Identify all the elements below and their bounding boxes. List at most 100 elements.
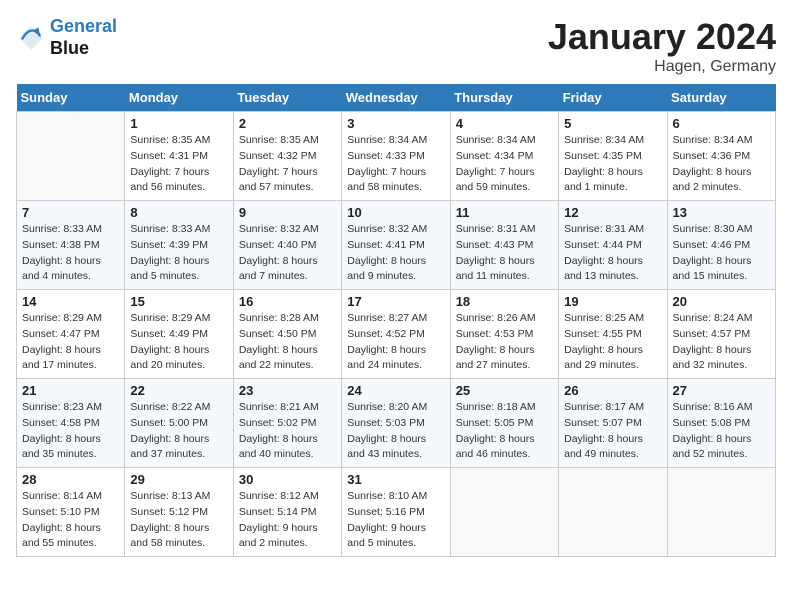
day-info: Sunrise: 8:33 AM Sunset: 4:38 PM Dayligh… — [22, 222, 119, 285]
day-number: 11 — [456, 205, 553, 220]
logo: General Blue — [16, 16, 117, 59]
day-number: 14 — [22, 294, 119, 309]
header-tuesday: Tuesday — [233, 84, 341, 112]
calendar-title: January 2024 — [548, 16, 776, 58]
day-number: 30 — [239, 472, 336, 487]
calendar-cell: 4 Sunrise: 8:34 AM Sunset: 4:34 PM Daylig… — [450, 112, 558, 201]
calendar-week-row: 1 Sunrise: 8:35 AM Sunset: 4:31 PM Daylig… — [17, 112, 776, 201]
day-number: 12 — [564, 205, 661, 220]
calendar-cell: 24Sunrise: 8:20 AM Sunset: 5:03 PM Dayli… — [342, 379, 450, 468]
calendar-cell: 29 Sunrise: 8:13 AM Sunset: 5:12 PM Dayli… — [125, 468, 233, 557]
day-number: 24 — [347, 383, 444, 398]
day-info: Sunrise: 8:17 AM Sunset: 5:07 PM Dayligh… — [564, 400, 661, 463]
day-number: 16 — [239, 294, 336, 309]
calendar-cell: 15Sunrise: 8:29 AM Sunset: 4:49 PM Dayli… — [125, 290, 233, 379]
calendar-cell: 3Sunrise: 8:34 AM Sunset: 4:33 PM Daylig… — [342, 112, 450, 201]
calendar-week-row: 14 Sunrise: 8:29 AM Sunset: 4:47 PM Dayli… — [17, 290, 776, 379]
day-number: 13 — [673, 205, 770, 220]
day-info: Sunrise: 8:32 AM Sunset: 4:41 PM Dayligh… — [347, 222, 444, 285]
calendar-cell: 11 Sunrise: 8:31 AM Sunset: 4:43 PM Dayli… — [450, 201, 558, 290]
calendar-cell: 2 Sunrise: 8:35 AM Sunset: 4:32 PM Daylig… — [233, 112, 341, 201]
day-number: 4 — [456, 116, 553, 131]
day-info: Sunrise: 8:27 AM Sunset: 4:52 PM Dayligh… — [347, 311, 444, 374]
header-wednesday: Wednesday — [342, 84, 450, 112]
day-info: Sunrise: 8:13 AM Sunset: 5:12 PM Dayligh… — [130, 489, 227, 552]
header-thursday: Thursday — [450, 84, 558, 112]
day-info: Sunrise: 8:10 AM Sunset: 5:16 PM Dayligh… — [347, 489, 444, 552]
day-number: 18 — [456, 294, 553, 309]
calendar-cell: 25Sunrise: 8:18 AM Sunset: 5:05 PM Dayli… — [450, 379, 558, 468]
day-info: Sunrise: 8:31 AM Sunset: 4:44 PM Dayligh… — [564, 222, 661, 285]
day-info: Sunrise: 8:34 AM Sunset: 4:35 PM Dayligh… — [564, 133, 661, 196]
calendar-cell: 14 Sunrise: 8:29 AM Sunset: 4:47 PM Dayli… — [17, 290, 125, 379]
day-info: Sunrise: 8:31 AM Sunset: 4:43 PM Dayligh… — [456, 222, 553, 285]
day-info: Sunrise: 8:14 AM Sunset: 5:10 PM Dayligh… — [22, 489, 119, 552]
calendar-cell: 23 Sunrise: 8:21 AM Sunset: 5:02 PM Dayli… — [233, 379, 341, 468]
header-saturday: Saturday — [667, 84, 775, 112]
day-number: 19 — [564, 294, 661, 309]
calendar-cell: 5 Sunrise: 8:34 AM Sunset: 4:35 PM Daylig… — [559, 112, 667, 201]
calendar-cell: 19 Sunrise: 8:25 AM Sunset: 4:55 PM Dayli… — [559, 290, 667, 379]
day-info: Sunrise: 8:34 AM Sunset: 4:33 PM Dayligh… — [347, 133, 444, 196]
header-sunday: Sunday — [17, 84, 125, 112]
day-number: 28 — [22, 472, 119, 487]
calendar-cell: 1 Sunrise: 8:35 AM Sunset: 4:31 PM Daylig… — [125, 112, 233, 201]
day-number: 29 — [130, 472, 227, 487]
day-number: 31 — [347, 472, 444, 487]
calendar-cell: 26 Sunrise: 8:17 AM Sunset: 5:07 PM Dayli… — [559, 379, 667, 468]
calendar-cell: 10 Sunrise: 8:32 AM Sunset: 4:41 PM Dayli… — [342, 201, 450, 290]
day-info: Sunrise: 8:32 AM Sunset: 4:40 PM Dayligh… — [239, 222, 336, 285]
day-info: Sunrise: 8:34 AM Sunset: 4:34 PM Dayligh… — [456, 133, 553, 196]
header-friday: Friday — [559, 84, 667, 112]
calendar-cell — [667, 468, 775, 557]
calendar-cell: 17Sunrise: 8:27 AM Sunset: 4:52 PM Dayli… — [342, 290, 450, 379]
day-number: 2 — [239, 116, 336, 131]
day-number: 22 — [130, 383, 227, 398]
calendar-week-row: 7 Sunrise: 8:33 AM Sunset: 4:38 PM Daylig… — [17, 201, 776, 290]
day-info: Sunrise: 8:30 AM Sunset: 4:46 PM Dayligh… — [673, 222, 770, 285]
calendar-cell: 27Sunrise: 8:16 AM Sunset: 5:08 PM Dayli… — [667, 379, 775, 468]
calendar-cell: 18 Sunrise: 8:26 AM Sunset: 4:53 PM Dayli… — [450, 290, 558, 379]
calendar-cell: 13 Sunrise: 8:30 AM Sunset: 4:46 PM Dayli… — [667, 201, 775, 290]
day-info: Sunrise: 8:35 AM Sunset: 4:32 PM Dayligh… — [239, 133, 336, 196]
calendar-header-row: SundayMondayTuesdayWednesdayThursdayFrid… — [17, 84, 776, 112]
day-number: 10 — [347, 205, 444, 220]
calendar-cell: 21 Sunrise: 8:23 AM Sunset: 4:58 PM Dayli… — [17, 379, 125, 468]
day-info: Sunrise: 8:16 AM Sunset: 5:08 PM Dayligh… — [673, 400, 770, 463]
day-info: Sunrise: 8:28 AM Sunset: 4:50 PM Dayligh… — [239, 311, 336, 374]
calendar-cell: 16 Sunrise: 8:28 AM Sunset: 4:50 PM Dayli… — [233, 290, 341, 379]
day-info: Sunrise: 8:22 AM Sunset: 5:00 PM Dayligh… — [130, 400, 227, 463]
day-number: 1 — [130, 116, 227, 131]
calendar-week-row: 28 Sunrise: 8:14 AM Sunset: 5:10 PM Dayli… — [17, 468, 776, 557]
calendar-cell: 6 Sunrise: 8:34 AM Sunset: 4:36 PM Daylig… — [667, 112, 775, 201]
calendar-cell: 22 Sunrise: 8:22 AM Sunset: 5:00 PM Dayli… — [125, 379, 233, 468]
day-number: 7 — [22, 205, 119, 220]
day-info: Sunrise: 8:35 AM Sunset: 4:31 PM Dayligh… — [130, 133, 227, 196]
day-info: Sunrise: 8:33 AM Sunset: 4:39 PM Dayligh… — [130, 222, 227, 285]
day-number: 15 — [130, 294, 227, 309]
day-number: 26 — [564, 383, 661, 398]
logo-text: General Blue — [50, 16, 117, 59]
day-number: 23 — [239, 383, 336, 398]
day-info: Sunrise: 8:26 AM Sunset: 4:53 PM Dayligh… — [456, 311, 553, 374]
day-info: Sunrise: 8:29 AM Sunset: 4:47 PM Dayligh… — [22, 311, 119, 374]
day-info: Sunrise: 8:21 AM Sunset: 5:02 PM Dayligh… — [239, 400, 336, 463]
day-info: Sunrise: 8:34 AM Sunset: 4:36 PM Dayligh… — [673, 133, 770, 196]
day-number: 8 — [130, 205, 227, 220]
day-info: Sunrise: 8:23 AM Sunset: 4:58 PM Dayligh… — [22, 400, 119, 463]
calendar-cell: 12 Sunrise: 8:31 AM Sunset: 4:44 PM Dayli… — [559, 201, 667, 290]
calendar-cell — [450, 468, 558, 557]
day-number: 25 — [456, 383, 553, 398]
title-block: January 2024 Hagen, Germany — [548, 16, 776, 76]
logo-icon — [16, 23, 46, 53]
day-number: 20 — [673, 294, 770, 309]
day-number: 21 — [22, 383, 119, 398]
day-number: 5 — [564, 116, 661, 131]
calendar-cell: 30 Sunrise: 8:12 AM Sunset: 5:14 PM Dayli… — [233, 468, 341, 557]
header-monday: Monday — [125, 84, 233, 112]
day-number: 9 — [239, 205, 336, 220]
day-info: Sunrise: 8:12 AM Sunset: 5:14 PM Dayligh… — [239, 489, 336, 552]
calendar-cell: 31 Sunrise: 8:10 AM Sunset: 5:16 PM Dayli… — [342, 468, 450, 557]
day-info: Sunrise: 8:25 AM Sunset: 4:55 PM Dayligh… — [564, 311, 661, 374]
day-number: 6 — [673, 116, 770, 131]
